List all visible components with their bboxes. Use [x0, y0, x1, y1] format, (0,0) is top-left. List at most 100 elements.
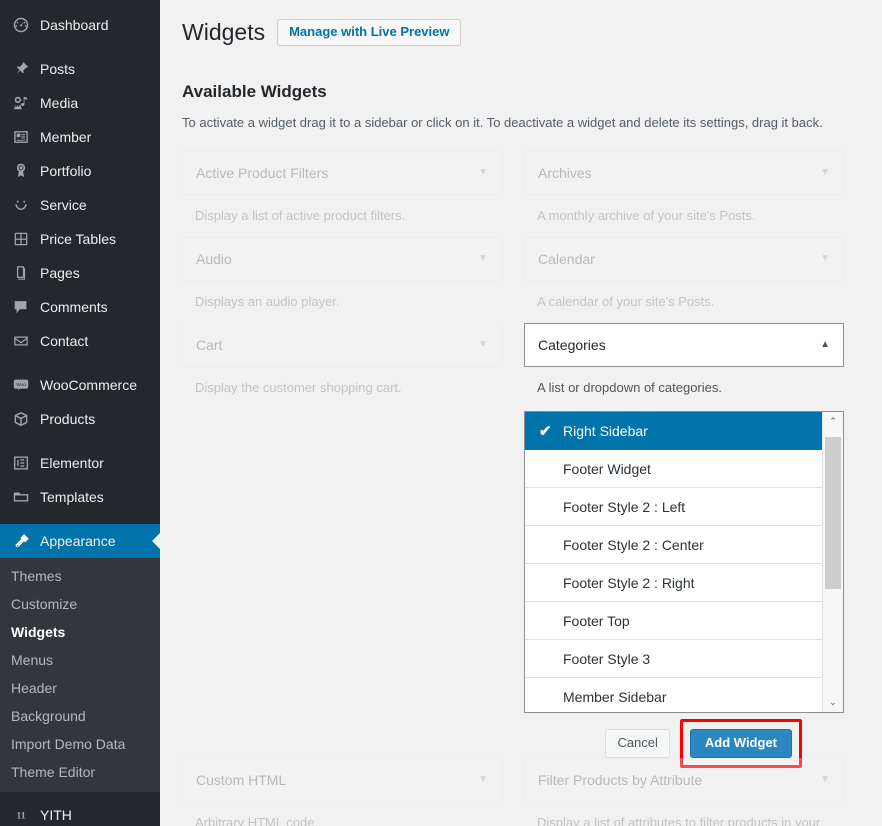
widget-column-left-bottom: Custom HTML ▼ Arbitrary HTML code. — [182, 758, 502, 826]
option-label: Member Sidebar — [563, 688, 667, 705]
sidebar-item-comments[interactable]: Comments — [0, 290, 160, 324]
widget-archives[interactable]: Archives ▼ A monthly archive of your sit… — [524, 151, 844, 237]
widget-description: Display a list of active product filters… — [195, 208, 406, 223]
widget-header[interactable]: Cart ▼ — [182, 323, 502, 367]
widget-header[interactable]: Archives ▼ — [524, 151, 844, 195]
available-widgets-heading: Available Widgets — [182, 82, 327, 101]
envelope-icon — [11, 331, 31, 351]
option-label: Footer Top — [563, 612, 630, 629]
sidebar-item-woocommerce[interactable]: Woo WooCommerce — [0, 368, 160, 402]
sidebar-item-label: Posts — [40, 61, 76, 77]
sidebar-item-label: YITH — [40, 807, 72, 823]
option-label: Right Sidebar — [563, 422, 648, 439]
pin-icon — [11, 59, 31, 79]
sidebar-item-member[interactable]: Member — [0, 120, 160, 154]
admin-sidebar: Dashboard Posts Media Member Portfolio S… — [0, 0, 160, 826]
sidebar-item-posts[interactable]: Posts — [0, 52, 160, 86]
option-footer-top[interactable]: ✔ Footer Top — [525, 602, 822, 640]
sidebar-item-label: Products — [40, 411, 96, 427]
option-label: Footer Style 3 — [563, 650, 651, 667]
select-scrollbar[interactable]: ⌃ ⌄ — [822, 412, 843, 712]
sidebar-select-list[interactable]: ✔ Right Sidebar ✔ Footer Widget ✔ Footer… — [524, 411, 844, 713]
sidebar-item-media[interactable]: Media — [0, 86, 160, 120]
sidebar-item-contact[interactable]: Contact — [0, 324, 160, 358]
woo-icon: Woo — [11, 375, 31, 395]
option-footer-style-2-center[interactable]: ✔ Footer Style 2 : Center — [525, 526, 822, 564]
check-icon-placeholder: ✔ — [539, 574, 563, 592]
option-footer-style-2-left[interactable]: ✔ Footer Style 2 : Left — [525, 488, 822, 526]
scrollbar-thumb[interactable] — [825, 437, 841, 589]
option-label: Footer Style 2 : Right — [563, 574, 695, 591]
submenu-item-import-demo-data[interactable]: Import Demo Data — [0, 730, 160, 758]
chevron-down-icon[interactable]: ▼ — [820, 168, 830, 178]
widget-header[interactable]: Audio ▼ — [182, 237, 502, 281]
check-icon-placeholder: ✔ — [539, 612, 563, 630]
folder-icon — [11, 487, 31, 507]
widget-categories[interactable]: Categories ▲ A list or dropdown of categ… — [524, 323, 844, 768]
submenu-item-widgets[interactable]: Widgets — [0, 618, 160, 646]
widget-description: A calendar of your site's Posts. — [537, 294, 715, 309]
sidebar-item-products[interactable]: Products — [0, 402, 160, 436]
widget-cart[interactable]: Cart ▼ Display the customer shopping car… — [182, 323, 502, 409]
sidebar-item-yith[interactable]: 11 YITH — [0, 798, 160, 826]
member-card-icon — [11, 127, 31, 147]
submenu-item-customize[interactable]: Customize — [0, 590, 160, 618]
sidebar-item-pages[interactable]: Pages — [0, 256, 160, 290]
scroll-up-icon[interactable]: ⌃ — [823, 412, 843, 431]
option-footer-style-2-right[interactable]: ✔ Footer Style 2 : Right — [525, 564, 822, 602]
chevron-down-icon[interactable]: ▼ — [820, 254, 830, 264]
widget-header[interactable]: Calendar ▼ — [524, 237, 844, 281]
chevron-down-icon[interactable]: ▼ — [478, 254, 488, 264]
submenu-item-themes[interactable]: Themes — [0, 562, 160, 590]
widget-header[interactable]: Filter Products by Attribute ▼ — [524, 758, 844, 802]
check-icon-placeholder: ✔ — [539, 460, 563, 478]
submenu-item-header[interactable]: Header — [0, 674, 160, 702]
sidebar-item-portfolio[interactable]: Portfolio — [0, 154, 160, 188]
submenu-item-background[interactable]: Background — [0, 702, 160, 730]
sidebar-item-label: Media — [40, 95, 79, 111]
sidebar-menu: Dashboard Posts Media Member Portfolio S… — [0, 0, 160, 558]
sidebar-item-price-tables[interactable]: Price Tables — [0, 222, 160, 256]
widget-calendar[interactable]: Calendar ▼ A calendar of your site's Pos… — [524, 237, 844, 323]
sidebar-item-appearance[interactable]: Appearance — [0, 524, 160, 558]
option-footer-style-3[interactable]: ✔ Footer Style 3 — [525, 640, 822, 678]
widget-audio[interactable]: Audio ▼ Displays an audio player. — [182, 237, 502, 323]
widget-header[interactable]: Categories ▲ — [524, 323, 844, 367]
check-icon-placeholder: ✔ — [539, 498, 563, 516]
chevron-down-icon[interactable]: ▼ — [820, 775, 830, 785]
scroll-down-icon[interactable]: ⌄ — [823, 693, 843, 712]
option-member-sidebar[interactable]: ✔ Member Sidebar — [525, 678, 822, 712]
widget-header[interactable]: Custom HTML ▼ — [182, 758, 502, 802]
sidebar-item-label: Elementor — [40, 455, 104, 471]
widget-custom-html[interactable]: Custom HTML ▼ Arbitrary HTML code. — [182, 758, 502, 826]
sidebar-item-service[interactable]: Service — [0, 188, 160, 222]
add-widget-button[interactable]: Add Widget — [689, 728, 792, 758]
option-right-sidebar[interactable]: ✔ Right Sidebar — [525, 412, 822, 450]
submenu-item-theme-editor[interactable]: Theme Editor — [0, 758, 160, 786]
chevron-down-icon[interactable]: ▼ — [478, 775, 488, 785]
widget-title: Active Product Filters — [196, 165, 329, 181]
chevron-up-icon[interactable]: ▲ — [820, 340, 830, 350]
manage-with-live-preview-button[interactable]: Manage with Live Preview — [277, 19, 462, 46]
sidebar-item-label: Pages — [40, 265, 80, 281]
widget-active-product-filters[interactable]: Active Product Filters ▼ Display a list … — [182, 151, 502, 237]
widget-title: Filter Products by Attribute — [538, 772, 703, 788]
chevron-down-icon[interactable]: ▼ — [478, 168, 488, 178]
box-icon — [11, 409, 31, 429]
cancel-button[interactable]: Cancel — [605, 728, 670, 758]
submenu-item-menus[interactable]: Menus — [0, 646, 160, 674]
widget-grid: Active Product Filters ▼ Display a list … — [182, 151, 862, 768]
widget-filter-products-by-attribute[interactable]: Filter Products by Attribute ▼ Display a… — [524, 758, 844, 826]
option-footer-widget[interactable]: ✔ Footer Widget — [525, 450, 822, 488]
chevron-down-icon[interactable]: ▼ — [478, 340, 488, 350]
available-widgets-description: To activate a widget drag it to a sideba… — [182, 115, 823, 130]
sidebar-item-dashboard[interactable]: Dashboard — [0, 8, 160, 42]
svg-text:Woo: Woo — [16, 382, 26, 387]
sidebar-item-templates[interactable]: Templates — [0, 480, 160, 514]
smiley-icon — [11, 195, 31, 215]
sidebar-item-elementor[interactable]: Elementor — [0, 446, 160, 480]
option-label: Footer Style 2 : Center — [563, 536, 704, 553]
widget-header[interactable]: Active Product Filters ▼ — [182, 151, 502, 195]
widget-bottom-row: Custom HTML ▼ Arbitrary HTML code. Filte… — [182, 758, 882, 826]
sidebar-item-label: Contact — [40, 333, 89, 349]
